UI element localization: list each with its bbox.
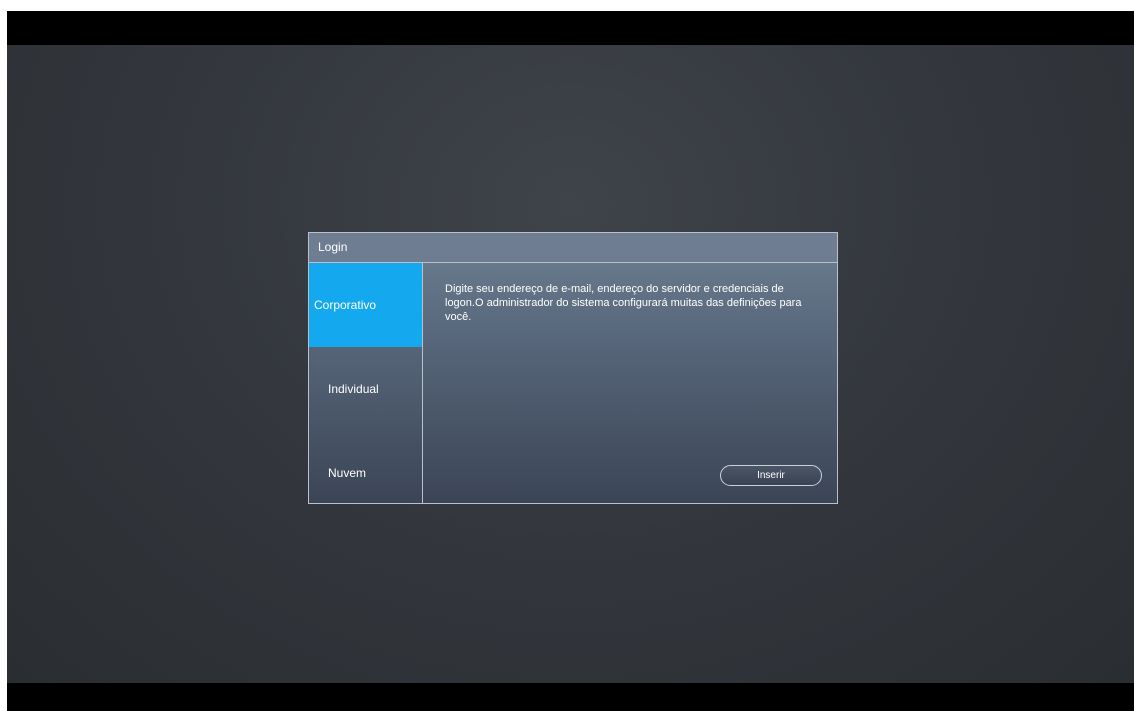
login-dialog: Login Corporativo Individual Nuvem Digit… xyxy=(308,232,838,504)
description-text: Digite seu endereço de e-mail, endereço … xyxy=(445,283,802,323)
tab-individual[interactable]: Individual xyxy=(309,347,422,431)
desktop-background: Login Corporativo Individual Nuvem Digit… xyxy=(7,45,1134,683)
tab-corporativo[interactable]: Corporativo xyxy=(309,263,422,347)
tab-content-panel: Digite seu endereço de e-mail, endereço … xyxy=(423,263,837,503)
account-type-sidebar: Corporativo Individual Nuvem xyxy=(309,263,423,503)
inserir-button[interactable]: Inserir xyxy=(720,465,822,486)
screen: Login Corporativo Individual Nuvem Digit… xyxy=(7,11,1134,711)
dialog-title: Login xyxy=(309,233,837,263)
tab-nuvem[interactable]: Nuvem xyxy=(309,431,422,515)
